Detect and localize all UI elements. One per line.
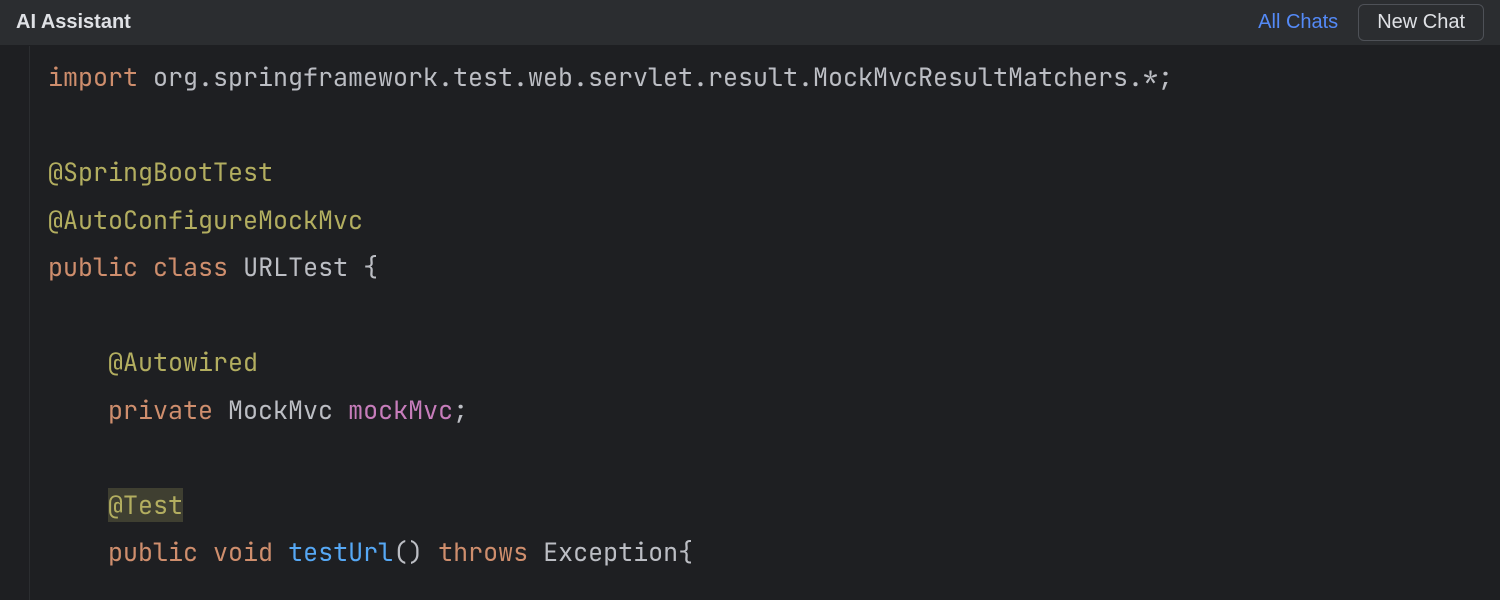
code-token: throws [438,535,528,569]
code-token: private [108,393,213,427]
code-indent [48,393,108,427]
code-token: import [48,60,138,94]
code-token: @AutoConfigureMockMvc [48,203,363,237]
code-token: @Test [108,488,183,522]
code-block[interactable]: import org.springframework.test.web.serv… [30,46,1500,600]
code-token: class [153,250,228,284]
code-gutter [0,46,30,600]
code-token: testUrl [288,535,393,569]
code-token: ; [453,393,468,427]
panel-title: AI Assistant [16,11,131,34]
code-indent [48,488,108,522]
code-token: @SpringBootTest [48,155,273,189]
code-token: () [393,535,423,569]
code-token: URLTest [243,250,348,284]
code-token: Exception [543,535,678,569]
code-token: mockMvc [348,393,453,427]
code-token: @Autowired [108,345,258,379]
header: AI Assistant All Chats New Chat [0,0,1500,46]
code-token: public [108,535,198,569]
code-token: org.springframework.test.web.servlet.res… [138,60,1173,94]
new-chat-button[interactable]: New Chat [1358,4,1484,41]
code-token: { [348,250,378,284]
code-token: { [678,535,693,569]
code-token: MockMvc [228,393,333,427]
content: import org.springframework.test.web.serv… [0,46,1500,600]
header-actions: All Chats New Chat [1258,4,1484,41]
all-chats-link[interactable]: All Chats [1258,11,1338,34]
code-token: void [213,535,273,569]
code-indent [48,535,108,569]
code-indent [48,345,108,379]
code-token: public [48,250,138,284]
